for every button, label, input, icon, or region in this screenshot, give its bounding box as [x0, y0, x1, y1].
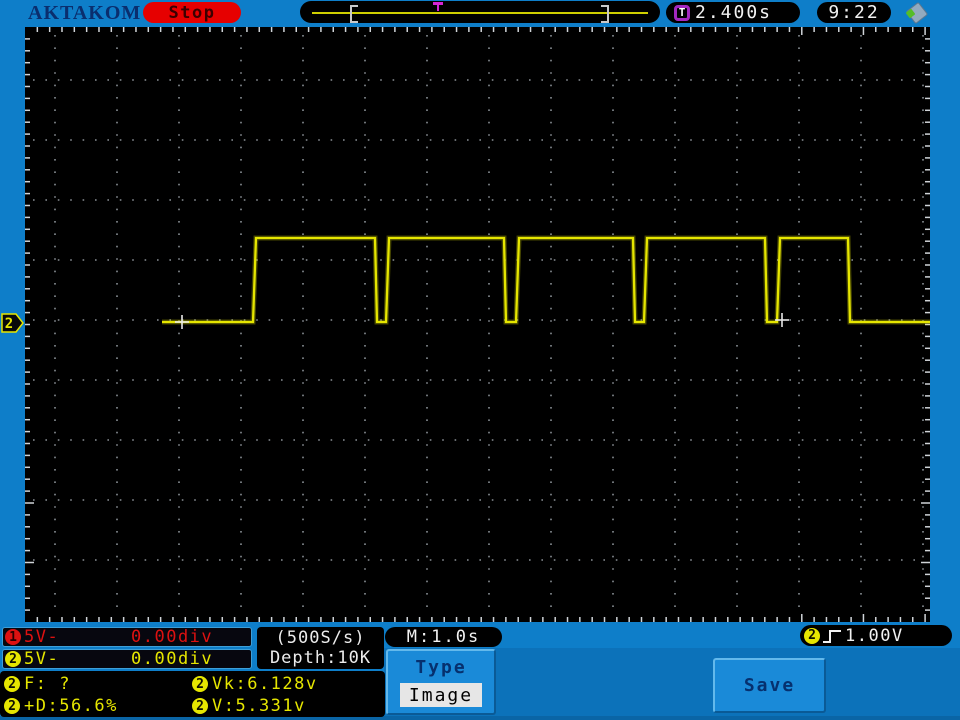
- channel2-position-marker: 2: [1, 313, 24, 333]
- trigger-position-icon: [433, 2, 443, 11]
- channel2-badge: 2: [5, 651, 21, 667]
- trigger-icon: T: [674, 4, 690, 21]
- channel2-badge: 2: [192, 698, 208, 714]
- rising-edge-icon: [823, 629, 841, 643]
- measurement-frequency: 2 F: ?: [4, 674, 71, 694]
- measurement-vk: 2 Vk:6.128v: [192, 674, 318, 694]
- type-menu-button[interactable]: Type Image: [386, 649, 496, 715]
- trigger-level-value: 1.00V: [845, 625, 904, 646]
- measurement-duty: 2 +D:56.6%: [4, 696, 118, 716]
- waveform-display: [25, 27, 930, 622]
- channel2-badge: 2: [4, 698, 20, 714]
- window-left-bracket: [350, 5, 358, 23]
- timebase-badge: M:1.0s: [385, 627, 502, 647]
- measurements-panel: 2 F: ? 2 Vk:6.128v 2 +D:56.6% 2 V:5.331v: [0, 671, 385, 717]
- sample-info: (500S/s) Depth:10K: [257, 627, 384, 669]
- record-position-bar: [300, 1, 660, 23]
- channel2-badge: 2: [192, 676, 208, 692]
- measurement-voltage: 2 V:5.331v: [192, 696, 306, 716]
- channel1-scale: 5V-: [24, 627, 60, 647]
- waveform-svg: [25, 27, 930, 622]
- svg-text:2: 2: [5, 316, 13, 332]
- channel1-badge: 1: [5, 629, 21, 645]
- channel2-scale: 5V-: [24, 649, 60, 669]
- trigger-settings-badge: 2 1.00V: [800, 625, 952, 646]
- clock-badge: 9:22: [817, 2, 891, 23]
- channel2-offset: 0.00div: [131, 649, 214, 669]
- memory-depth: Depth:10K: [269, 648, 372, 668]
- channel1-info: 1 5V- 0.00div: [2, 627, 252, 647]
- channel1-offset: 0.00div: [131, 627, 214, 647]
- channel2-badge: 2: [4, 676, 20, 692]
- acquisition-status-badge: Stop: [143, 2, 241, 23]
- window-right-bracket: [601, 5, 609, 23]
- record-line: [312, 12, 648, 14]
- sample-rate: (500S/s): [275, 628, 366, 648]
- channel2-info: 2 5V- 0.00div: [2, 649, 252, 669]
- trigger-channel-badge: 2: [804, 627, 820, 644]
- save-button[interactable]: Save: [713, 658, 826, 713]
- brand-logo: AKTAKOM: [28, 2, 142, 24]
- oscilloscope-screen: { "top_bar": { "brand": "AKTAKOM", "acq_…: [0, 0, 960, 720]
- usb-storage-icon: [905, 1, 929, 25]
- trigger-time-badge: T 2.400s: [666, 2, 800, 23]
- trigger-time-value: 2.400s: [695, 2, 773, 23]
- type-menu-selected-value[interactable]: Image: [400, 683, 482, 707]
- type-menu-title: Type: [415, 657, 467, 678]
